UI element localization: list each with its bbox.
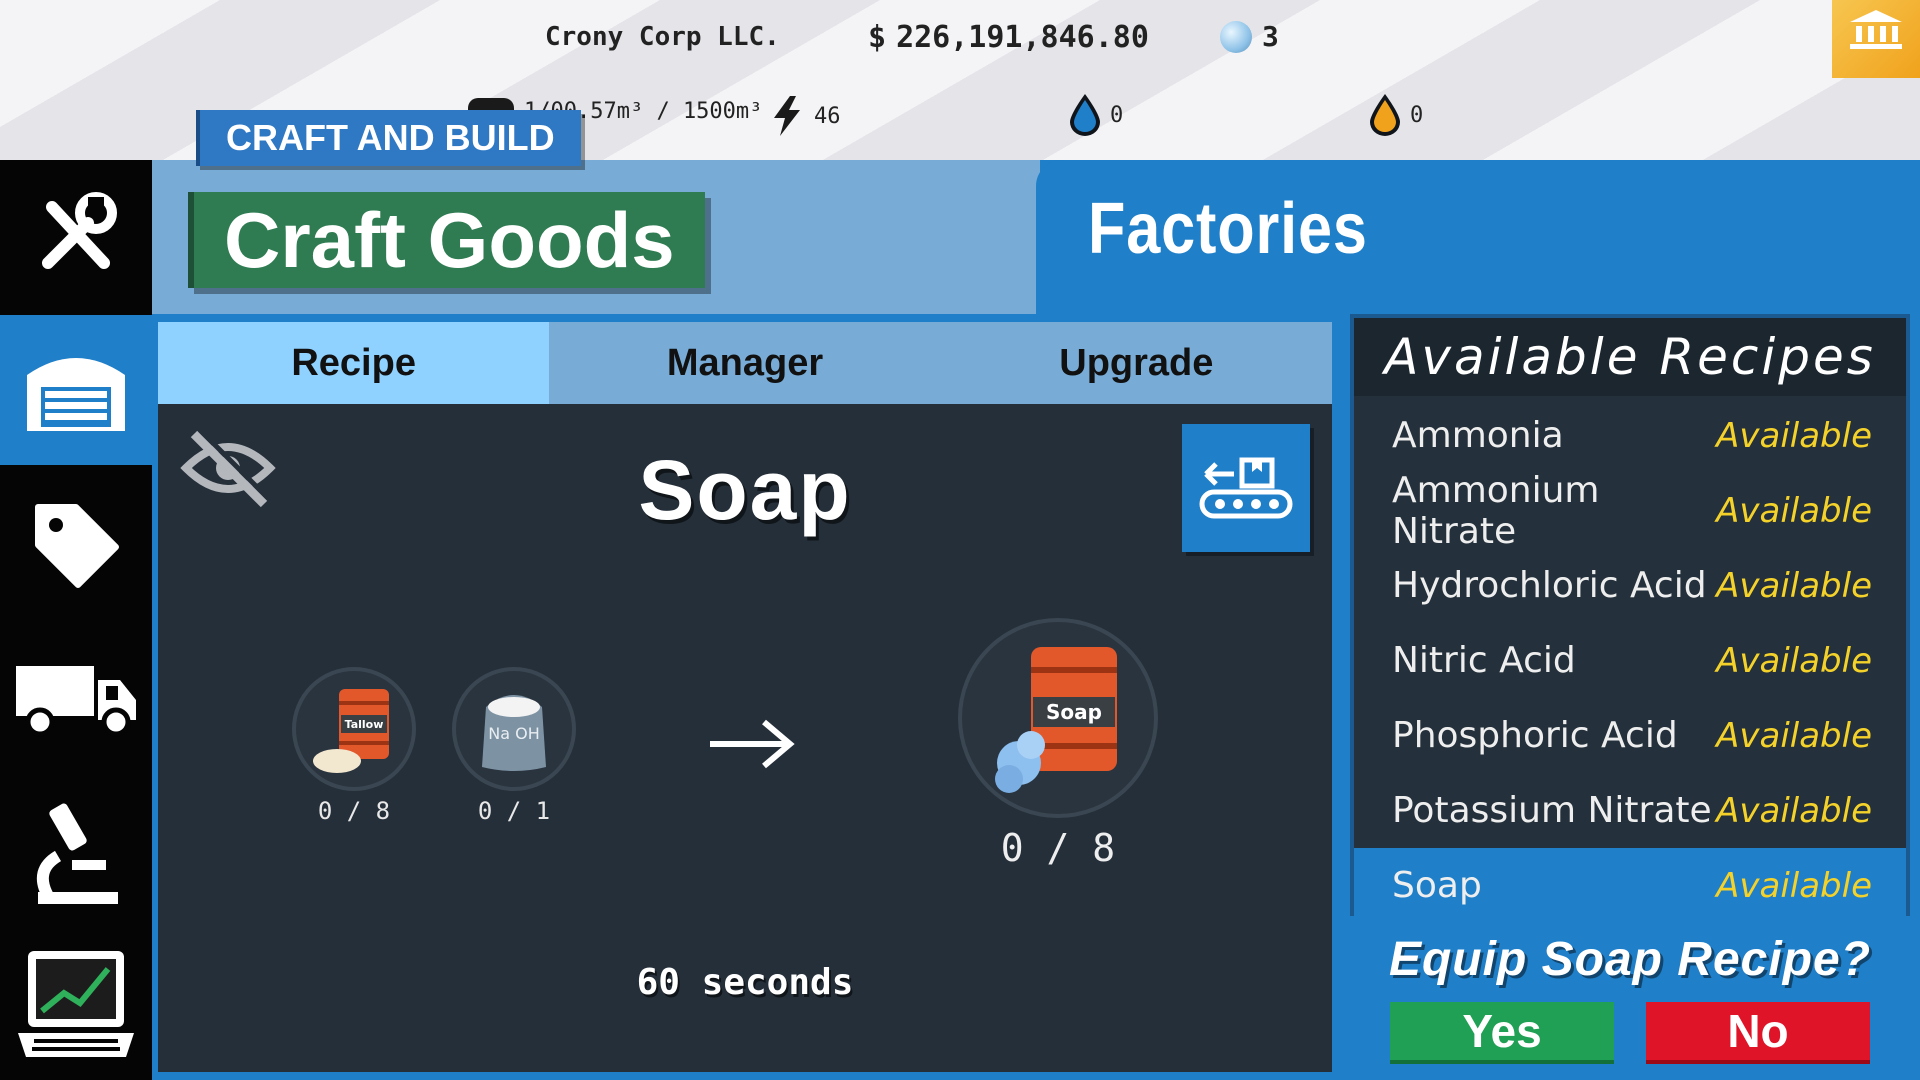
nav-factories[interactable] xyxy=(0,315,152,465)
recipe-list: Ammonia Available Ammonium Nitrate Avail… xyxy=(1354,396,1906,923)
water-value: 0 xyxy=(1110,102,1124,128)
ingredient-tallow[interactable]: Tallow 0 / 8 xyxy=(292,667,416,825)
soap-barrel-label: Soap xyxy=(1046,700,1102,724)
recipe-item-nitric-acid[interactable]: Nitric Acid Available xyxy=(1354,623,1906,698)
oil-drop-icon xyxy=(1370,94,1400,136)
recipe-title: Soap xyxy=(638,443,852,537)
conveyor-icon xyxy=(1199,457,1293,519)
oil-value: 0 xyxy=(1410,102,1424,128)
nav-logistics[interactable] xyxy=(0,625,152,775)
recipe-item-potassium-nitrate[interactable]: Potassium Nitrate Available xyxy=(1354,773,1906,848)
truck-icon xyxy=(16,666,136,737)
unequip-recipe-button[interactable] xyxy=(1182,424,1310,552)
nav-research[interactable] xyxy=(0,780,152,930)
tallow-barrel-label: Tallow xyxy=(345,718,384,731)
oil-display: 0 xyxy=(1370,94,1423,136)
panel-title: Factories xyxy=(1088,189,1368,269)
ingredient-naoh[interactable]: Na OH 0 / 1 xyxy=(452,667,576,825)
recipe-name: Potassium Nitrate xyxy=(1392,790,1712,831)
nav-craft-tools[interactable] xyxy=(0,160,152,310)
recipe-status: Available xyxy=(1716,640,1872,681)
product-quantity: 0 / 8 xyxy=(1000,826,1116,870)
recipe-item-ammonia[interactable]: Ammonia Available xyxy=(1354,398,1906,473)
recipe-name: Soap xyxy=(1392,865,1482,906)
recipe-name: Phosphoric Acid xyxy=(1392,715,1678,756)
bank-icon xyxy=(1850,10,1902,49)
gem-icon xyxy=(1220,20,1252,53)
recipe-item-ammonium-nitrate[interactable]: Ammonium Nitrate Available xyxy=(1354,470,1906,552)
craft-duration: 60 seconds xyxy=(636,962,854,1003)
recipe-item-phosphoric-acid[interactable]: Phosphoric Acid Available xyxy=(1354,698,1906,773)
warehouse-icon xyxy=(27,358,125,431)
naoh-sack-label: Na OH xyxy=(488,724,539,743)
product-slot: Soap xyxy=(958,618,1158,818)
side-navigation xyxy=(0,160,152,1080)
available-recipes-title: Available Recipes xyxy=(1354,318,1906,396)
tools-icon xyxy=(42,192,117,269)
soap-barrel-icon: Soap xyxy=(995,647,1117,793)
dollar-icon: $ xyxy=(868,20,887,55)
money-display: $ 226,191,846.80 xyxy=(868,20,1149,55)
recipe-panel: Recipe Manager Upgrade Soap Tallow 0 / 8… xyxy=(158,322,1332,1072)
product-soap[interactable]: Soap 0 / 8 xyxy=(958,618,1158,870)
laptop-chart-icon xyxy=(18,951,134,1057)
ingredient-slot: Na OH xyxy=(452,667,576,791)
tallow-quantity: 0 / 8 xyxy=(317,797,391,825)
recipe-name: Nitric Acid xyxy=(1392,640,1576,681)
water-display: 0 xyxy=(1070,94,1123,136)
yes-button[interactable]: Yes xyxy=(1390,1002,1614,1060)
nav-statistics[interactable] xyxy=(0,930,152,1080)
equip-recipe-prompt: Equip Soap Recipe? xyxy=(1388,933,1872,986)
company-name-text: Crony Corp LLC. xyxy=(545,22,780,52)
section-badge: CRAFT AND BUILD xyxy=(196,110,581,166)
no-button[interactable]: No xyxy=(1646,1002,1870,1060)
recipe-name: Ammonia xyxy=(1392,415,1564,456)
recipe-status: Available xyxy=(1716,790,1872,831)
recipe-name: Hydrochloric Acid xyxy=(1392,565,1707,606)
page-title: Craft Goods xyxy=(188,192,705,288)
recipe-status: Available xyxy=(1716,415,1872,456)
lightning-icon xyxy=(774,96,800,136)
gems-display: 3 xyxy=(1220,20,1279,53)
recipe-name: Ammonium Nitrate xyxy=(1392,469,1600,552)
energy-value: 46 xyxy=(814,103,841,129)
recipe-status: Available xyxy=(1716,565,1872,606)
money-value: 226,191,846.80 xyxy=(896,20,1149,55)
naoh-quantity: 0 / 1 xyxy=(477,797,551,825)
tab-upgrade[interactable]: Upgrade xyxy=(941,322,1332,404)
price-tag-icon xyxy=(35,504,119,588)
recipe-status: Available xyxy=(1716,715,1872,756)
available-recipes-panel: Available Recipes Ammonia Available Ammo… xyxy=(1350,314,1910,923)
recipe-status: Available xyxy=(1716,865,1872,906)
recipe-item-hydrochloric-acid[interactable]: Hydrochloric Acid Available xyxy=(1354,548,1906,623)
arrow-right-icon xyxy=(710,719,795,769)
microscope-icon xyxy=(36,803,118,904)
tab-recipe[interactable]: Recipe xyxy=(158,322,550,404)
ingredient-slot: Tallow xyxy=(292,667,416,791)
company-name: Crony Corp LLC. xyxy=(545,22,780,52)
factory-tabs: Recipe Manager Upgrade xyxy=(158,322,1332,404)
nav-market[interactable] xyxy=(0,470,152,620)
tab-manager[interactable]: Manager xyxy=(549,322,940,404)
gems-value: 3 xyxy=(1262,20,1279,53)
recipe-status: Available xyxy=(1716,490,1872,531)
energy-display: 46 xyxy=(770,96,841,136)
tallow-barrel-icon: Tallow xyxy=(313,689,389,773)
recipe-item-soap[interactable]: Soap Available xyxy=(1354,848,1906,923)
water-drop-icon xyxy=(1070,94,1100,136)
naoh-sack-icon: Na OH xyxy=(482,695,546,771)
header-factories: Factories xyxy=(1036,160,1920,314)
bank-button[interactable] xyxy=(1832,0,1920,78)
